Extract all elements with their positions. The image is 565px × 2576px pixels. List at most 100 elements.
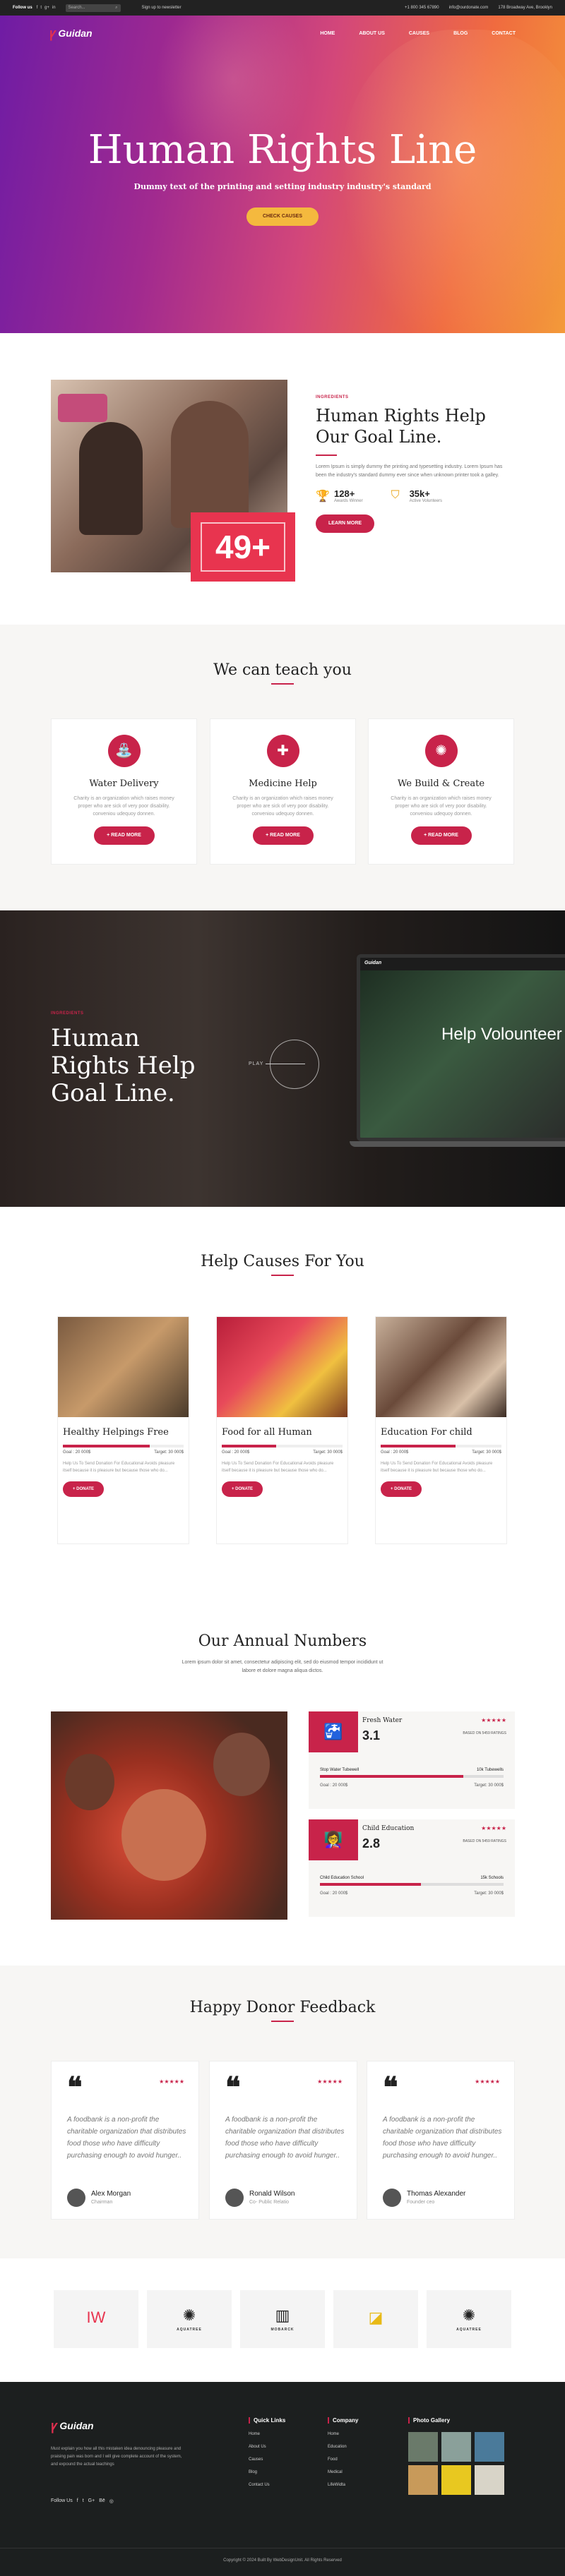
- footer-link[interactable]: Causes: [249, 2457, 285, 2462]
- footer-social: Follow Us f t G+ Bē ◎: [51, 2498, 114, 2504]
- sponsor-logo[interactable]: ◪: [333, 2290, 418, 2348]
- learn-more-button[interactable]: LEARN MORE: [316, 514, 375, 533]
- instagram-icon[interactable]: ◎: [109, 2498, 114, 2504]
- hero-section: ꝩ Guidan HOME ABOUT US CAUSES BLOG CONTAC…: [0, 16, 565, 333]
- play-circle[interactable]: [270, 1040, 319, 1089]
- hero-photo: [339, 30, 565, 333]
- screen-title: Help Volounteer: [441, 1025, 562, 1044]
- children-photo: [51, 1711, 287, 1920]
- footer-logo[interactable]: ꝩ Guidan: [51, 2417, 94, 2434]
- number-value: 3.1: [362, 1728, 381, 1743]
- footer-about: Must explain you how all this mistaken i…: [51, 2447, 182, 2467]
- footer-link[interactable]: Food: [328, 2457, 358, 2462]
- about-eyebrow: INGREDIENTS: [316, 395, 349, 399]
- goal-label: Goal : 20 000$: [320, 1783, 348, 1788]
- card-text: Charity is an organization which raises …: [73, 796, 174, 817]
- progress-bar: [222, 1445, 343, 1448]
- donate-button[interactable]: + DONATE: [381, 1481, 422, 1497]
- card-title: We Build & Create: [397, 778, 485, 789]
- donate-button[interactable]: + DONATE: [222, 1481, 263, 1497]
- footer-link[interactable]: Medical: [328, 2470, 358, 2474]
- footer-link[interactable]: Home: [249, 2432, 285, 2436]
- teach-title: We can teach you: [213, 661, 352, 679]
- search-icon[interactable]: ⌕: [115, 4, 117, 12]
- check-causes-button[interactable]: CHECK CAUSES: [246, 207, 319, 226]
- site-logo[interactable]: ꝩ Guidan: [49, 25, 93, 42]
- search-input[interactable]: Search... ⌕: [65, 4, 121, 12]
- facebook-icon[interactable]: f: [77, 2498, 78, 2504]
- progress-fill: [320, 1775, 463, 1778]
- gallery-thumb[interactable]: [408, 2432, 438, 2462]
- site-footer: ꝩ Guidan Must explain you how all this mi…: [0, 2382, 565, 2576]
- footer-link[interactable]: About Us: [249, 2445, 285, 2449]
- cause-title[interactable]: Education For child: [381, 1427, 501, 1438]
- read-more-button[interactable]: + READ MORE: [410, 826, 472, 845]
- about-title: Human Rights Help Our Goal Line.: [316, 406, 486, 447]
- donate-button[interactable]: + DONATE: [63, 1481, 105, 1497]
- cause-title[interactable]: Food for all Human: [222, 1427, 343, 1438]
- sponsor-logo[interactable]: ▥ MOBARCK: [240, 2290, 325, 2348]
- nav-blog[interactable]: BLOG: [453, 31, 468, 36]
- cause-title[interactable]: Healthy Helpings Free: [63, 1427, 184, 1438]
- gallery-thumb[interactable]: [475, 2432, 504, 2462]
- twitter-icon[interactable]: t: [83, 2498, 84, 2504]
- about-text: Lorem Ipsum is simply dummy the printing…: [316, 464, 503, 478]
- behance-icon[interactable]: Bē: [99, 2498, 105, 2504]
- footer-link[interactable]: LifeWidta: [328, 2483, 358, 2487]
- divider: [271, 1275, 294, 1276]
- read-more-button[interactable]: + READ MORE: [252, 826, 314, 845]
- rating-stars: ★★★★★: [481, 1717, 506, 1723]
- target-label: Target: 30 000$: [313, 1450, 343, 1455]
- email-info[interactable]: info@ourdonate.com: [449, 6, 489, 10]
- sponsor-logo[interactable]: IW: [54, 2290, 138, 2348]
- twitter-icon[interactable]: t: [40, 6, 42, 10]
- progress-bar: [320, 1775, 504, 1778]
- google-plus-icon[interactable]: g+: [44, 6, 49, 10]
- screen-logo: Guidan: [364, 961, 382, 965]
- rating-stars: ★★★★★: [481, 1825, 506, 1831]
- causes-title: Help Causes For You: [201, 1253, 364, 1270]
- newsletter-link[interactable]: Sign up to newsletter: [142, 6, 182, 10]
- company-links: Company Home Education Food Medical Life…: [328, 2417, 358, 2487]
- target-label: Target: 30 000$: [472, 1450, 501, 1455]
- read-more-button[interactable]: + READ MORE: [93, 826, 155, 845]
- nav-causes[interactable]: CAUSES: [409, 31, 429, 36]
- band-eyebrow: INGREDIENTS: [51, 1011, 84, 1016]
- progress-fill: [381, 1445, 456, 1448]
- footer-link[interactable]: Blog: [249, 2470, 285, 2474]
- gallery-thumb[interactable]: [441, 2465, 471, 2495]
- footer-link[interactable]: Home: [328, 2432, 358, 2436]
- hero-title: Human Rights Line: [88, 127, 477, 173]
- gallery-thumb[interactable]: [475, 2465, 504, 2495]
- laptop-screen: [360, 970, 565, 1138]
- sponsor-glyph: ◪: [368, 2309, 383, 2326]
- column-title: Company: [328, 2417, 358, 2424]
- cause-text: Help Us To Send Donation For Educational…: [381, 1462, 493, 1473]
- goal-label: Goal : 20 000$: [320, 1891, 348, 1896]
- facebook-icon[interactable]: f: [37, 6, 38, 10]
- gallery-thumb[interactable]: [441, 2432, 471, 2462]
- water-icon: ⛲: [107, 735, 141, 767]
- testimonial-card: ❝ ★★★★★ A foodbank is a non-profit the c…: [367, 2061, 515, 2220]
- gallery-thumb[interactable]: [408, 2465, 438, 2495]
- main-nav: ꝩ Guidan HOME ABOUT US CAUSES BLOG CONTAC…: [0, 16, 565, 51]
- address-info: 178 Broadway Ave, Brooklyn: [498, 6, 552, 10]
- card-text: Charity is an organization which raises …: [232, 796, 333, 817]
- linkedin-icon[interactable]: in: [52, 6, 56, 10]
- sponsor-logo[interactable]: ✺ AQUATREE: [427, 2290, 511, 2348]
- quote-icon: ❝: [383, 2072, 398, 2103]
- progress-bar: [320, 1883, 504, 1886]
- feedback-title: Happy Donor Feedback: [189, 1999, 376, 2016]
- sponsor-logo[interactable]: ✺ AQUATREE: [147, 2290, 232, 2348]
- footer-link[interactable]: Contact Us: [249, 2483, 285, 2487]
- divider: [271, 2021, 294, 2022]
- footer-link[interactable]: Education: [328, 2445, 358, 2449]
- google-plus-icon[interactable]: G+: [88, 2498, 95, 2504]
- metric-value: 10k Tubewells: [476, 1768, 504, 1772]
- play-label[interactable]: PLAY: [249, 1061, 263, 1066]
- nav-home[interactable]: HOME: [320, 31, 335, 36]
- nav-about[interactable]: ABOUT US: [359, 31, 385, 36]
- target-label: Target: 30 000$: [154, 1450, 184, 1455]
- number-value: 2.8: [362, 1836, 381, 1850]
- nav-contact[interactable]: CONTACT: [492, 31, 516, 36]
